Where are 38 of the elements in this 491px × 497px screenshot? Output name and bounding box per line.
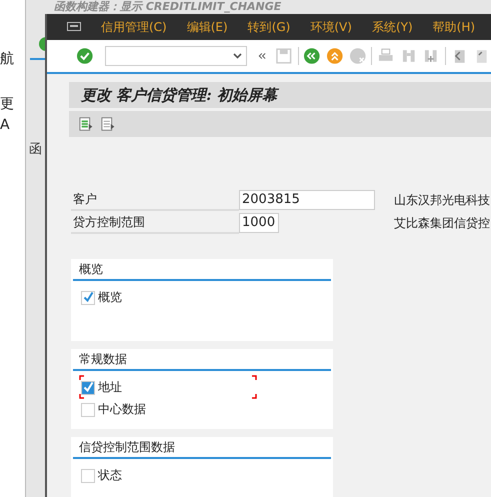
document-icon[interactable] (101, 114, 117, 133)
screen-title: 更改 客户信贷管理: 初始屏幕 (81, 86, 277, 105)
dropdown-icon[interactable] (233, 53, 242, 60)
checkbox[interactable] (81, 468, 95, 483)
input-field[interactable]: 2003815 (239, 190, 375, 210)
checkbox-label: 状态 (98, 467, 122, 484)
back-icon[interactable] (303, 47, 322, 66)
menu-item[interactable]: 转到(G) (248, 18, 290, 36)
checkbox-label: 地址 (98, 379, 122, 396)
checkbox-label: 概览 (98, 289, 122, 306)
command-field[interactable] (104, 46, 248, 66)
tab-text-fragment: 函 (29, 141, 42, 158)
document-execute-icon[interactable] (79, 114, 95, 133)
save-icon[interactable] (274, 47, 292, 66)
exit-icon[interactable] (326, 47, 344, 66)
input-field[interactable]: 1000 (239, 213, 279, 234)
group-title: 概览 (73, 258, 331, 281)
menu-item[interactable]: 环境(V) (310, 18, 352, 36)
menu-item[interactable]: 编辑(E) (186, 18, 228, 36)
field-description: 山东汉邦光电科技 (394, 192, 491, 209)
checkbox[interactable] (81, 380, 95, 395)
window-text-fragment: A (0, 117, 10, 133)
check-icon[interactable] (38, 36, 45, 52)
window-text-fragment: 航 (0, 50, 14, 68)
cancel-icon[interactable] (348, 47, 366, 66)
checkbox[interactable] (81, 290, 95, 305)
group-title: 信贷控制范围数据 (73, 436, 331, 459)
checkbox[interactable] (81, 402, 95, 417)
menu-icon[interactable] (67, 22, 81, 32)
menu-item[interactable]: 信用管理(C) (101, 18, 167, 36)
menu-item[interactable]: 帮助(H) (432, 18, 476, 36)
menu-item[interactable]: 系统(Y) (372, 18, 413, 36)
window-text-fragment: 更 (0, 95, 14, 113)
window-title: 函数构建器：显示 CREDITLIMIT_CHANGE (54, 0, 282, 13)
group-title: 常规数据 (73, 348, 331, 371)
field-description: 艾比森集团信贷控 (394, 214, 491, 232)
checkbox-label: 中心数据 (98, 401, 146, 418)
enter-check-icon[interactable] (76, 47, 94, 66)
